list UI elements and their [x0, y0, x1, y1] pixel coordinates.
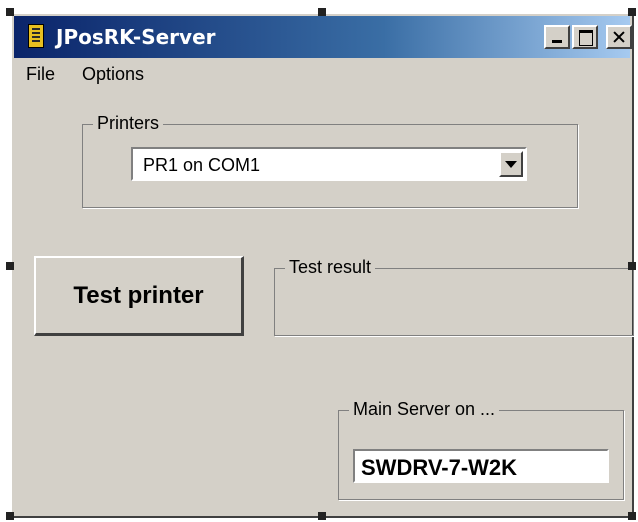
chevron-down-icon[interactable]: [499, 151, 523, 177]
menu-options[interactable]: Options: [82, 64, 144, 85]
app-icon[interactable]: [28, 24, 44, 48]
printer-select[interactable]: PR1 on COM1: [131, 147, 527, 181]
main-server-group-label: Main Server on ...: [349, 399, 500, 420]
test-printer-button[interactable]: Test printer: [34, 256, 244, 336]
resize-handle-bottom-left[interactable]: [6, 512, 14, 520]
resize-handle-top-left[interactable]: [6, 8, 14, 16]
test-result-group-label: Test result: [285, 257, 376, 278]
printer-select-value: PR1 on COM1: [143, 155, 261, 175]
test-result-group: Test result: [274, 257, 634, 336]
menu-bar: File Options: [12, 60, 632, 88]
app-window: JPosRK-Server File Options Printers PR1 …: [10, 12, 634, 518]
title-bar[interactable]: JPosRK-Server: [14, 16, 632, 58]
maximize-button[interactable]: [572, 25, 598, 49]
printers-group: Printers PR1 on COM1: [82, 113, 578, 208]
resize-handle-top[interactable]: [318, 8, 326, 16]
close-button[interactable]: [606, 25, 632, 49]
main-server-group: Main Server on ... SWDRV-7-W2K: [338, 399, 624, 500]
resize-handle-right[interactable]: [628, 262, 636, 270]
main-server-field[interactable]: SWDRV-7-W2K: [353, 449, 609, 483]
menu-file[interactable]: File: [26, 64, 55, 85]
resize-handle-bottom-right[interactable]: [628, 512, 636, 520]
resize-handle-bottom[interactable]: [318, 512, 326, 520]
window-title: JPosRK-Server: [56, 25, 216, 49]
resize-handle-left[interactable]: [6, 262, 14, 270]
printers-group-label: Printers: [93, 113, 164, 134]
resize-handle-top-right[interactable]: [628, 8, 636, 16]
minimize-button[interactable]: [544, 25, 570, 49]
